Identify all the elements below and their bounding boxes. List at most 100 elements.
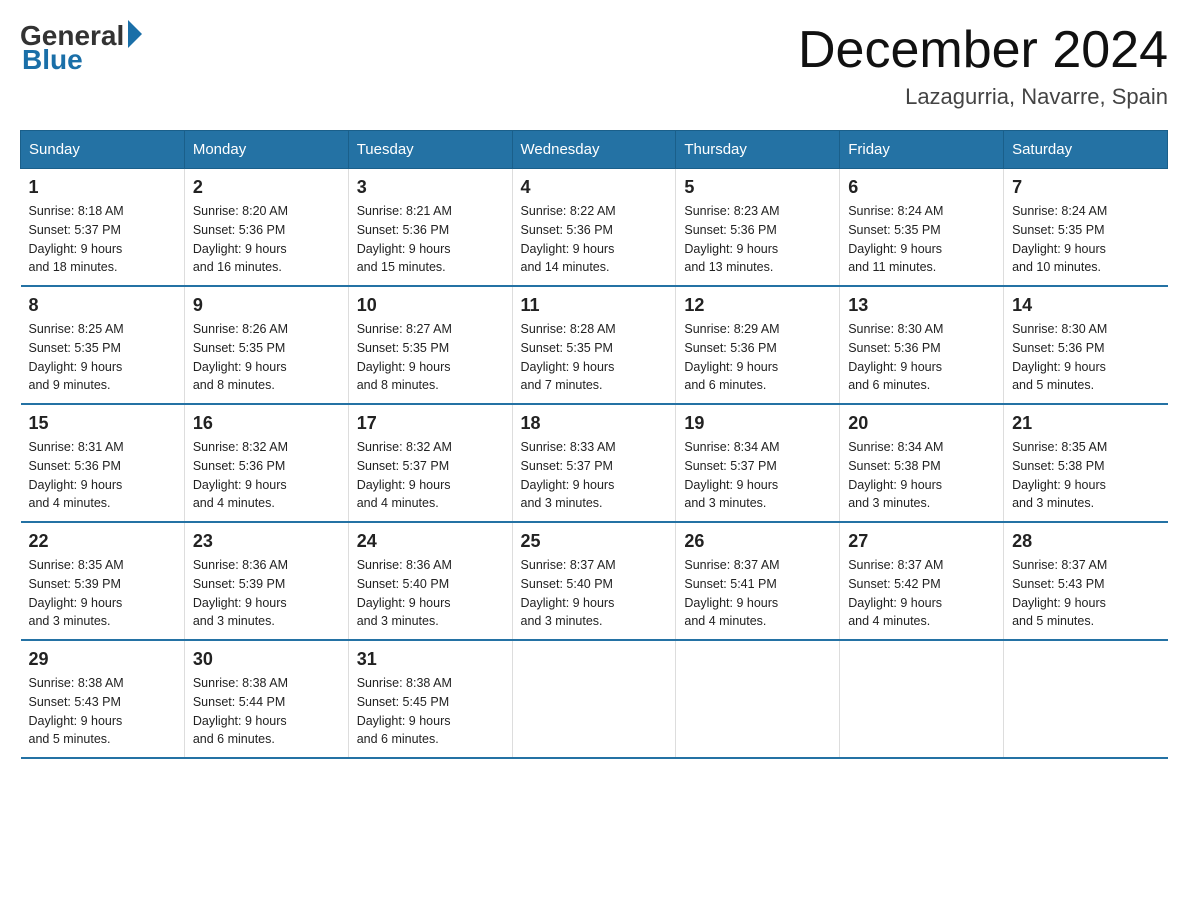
day-info: Sunrise: 8:23 AM Sunset: 5:36 PM Dayligh… [684, 202, 831, 277]
day-info: Sunrise: 8:35 AM Sunset: 5:39 PM Dayligh… [29, 556, 176, 631]
day-number: 31 [357, 649, 504, 670]
table-row: 22 Sunrise: 8:35 AM Sunset: 5:39 PM Dayl… [21, 522, 185, 640]
col-friday: Friday [840, 131, 1004, 169]
location-subtitle: Lazagurria, Navarre, Spain [798, 84, 1168, 110]
day-number: 3 [357, 177, 504, 198]
day-number: 15 [29, 413, 176, 434]
day-info: Sunrise: 8:37 AM Sunset: 5:41 PM Dayligh… [684, 556, 831, 631]
day-info: Sunrise: 8:34 AM Sunset: 5:38 PM Dayligh… [848, 438, 995, 513]
day-info: Sunrise: 8:37 AM Sunset: 5:40 PM Dayligh… [521, 556, 668, 631]
table-row: 13 Sunrise: 8:30 AM Sunset: 5:36 PM Dayl… [840, 286, 1004, 404]
col-saturday: Saturday [1004, 131, 1168, 169]
day-number: 10 [357, 295, 504, 316]
table-row [512, 640, 676, 758]
day-info: Sunrise: 8:35 AM Sunset: 5:38 PM Dayligh… [1012, 438, 1159, 513]
table-row: 15 Sunrise: 8:31 AM Sunset: 5:36 PM Dayl… [21, 404, 185, 522]
day-number: 19 [684, 413, 831, 434]
table-row: 3 Sunrise: 8:21 AM Sunset: 5:36 PM Dayli… [348, 169, 512, 287]
table-row: 26 Sunrise: 8:37 AM Sunset: 5:41 PM Dayl… [676, 522, 840, 640]
table-row: 27 Sunrise: 8:37 AM Sunset: 5:42 PM Dayl… [840, 522, 1004, 640]
day-number: 18 [521, 413, 668, 434]
table-row: 10 Sunrise: 8:27 AM Sunset: 5:35 PM Dayl… [348, 286, 512, 404]
table-row: 24 Sunrise: 8:36 AM Sunset: 5:40 PM Dayl… [348, 522, 512, 640]
day-number: 27 [848, 531, 995, 552]
day-info: Sunrise: 8:36 AM Sunset: 5:39 PM Dayligh… [193, 556, 340, 631]
table-row: 16 Sunrise: 8:32 AM Sunset: 5:36 PM Dayl… [184, 404, 348, 522]
day-number: 6 [848, 177, 995, 198]
day-info: Sunrise: 8:24 AM Sunset: 5:35 PM Dayligh… [1012, 202, 1159, 277]
day-info: Sunrise: 8:20 AM Sunset: 5:36 PM Dayligh… [193, 202, 340, 277]
col-thursday: Thursday [676, 131, 840, 169]
day-info: Sunrise: 8:18 AM Sunset: 5:37 PM Dayligh… [29, 202, 176, 277]
day-number: 7 [1012, 177, 1159, 198]
day-info: Sunrise: 8:21 AM Sunset: 5:36 PM Dayligh… [357, 202, 504, 277]
calendar-week-row: 22 Sunrise: 8:35 AM Sunset: 5:39 PM Dayl… [21, 522, 1168, 640]
title-section: December 2024 Lazagurria, Navarre, Spain [798, 20, 1168, 110]
table-row: 31 Sunrise: 8:38 AM Sunset: 5:45 PM Dayl… [348, 640, 512, 758]
table-row: 29 Sunrise: 8:38 AM Sunset: 5:43 PM Dayl… [21, 640, 185, 758]
table-row: 6 Sunrise: 8:24 AM Sunset: 5:35 PM Dayli… [840, 169, 1004, 287]
table-row: 2 Sunrise: 8:20 AM Sunset: 5:36 PM Dayli… [184, 169, 348, 287]
day-number: 25 [521, 531, 668, 552]
day-info: Sunrise: 8:25 AM Sunset: 5:35 PM Dayligh… [29, 320, 176, 395]
day-number: 4 [521, 177, 668, 198]
day-info: Sunrise: 8:34 AM Sunset: 5:37 PM Dayligh… [684, 438, 831, 513]
day-number: 29 [29, 649, 176, 670]
table-row: 12 Sunrise: 8:29 AM Sunset: 5:36 PM Dayl… [676, 286, 840, 404]
day-number: 26 [684, 531, 831, 552]
day-info: Sunrise: 8:28 AM Sunset: 5:35 PM Dayligh… [521, 320, 668, 395]
table-row [1004, 640, 1168, 758]
day-info: Sunrise: 8:36 AM Sunset: 5:40 PM Dayligh… [357, 556, 504, 631]
col-monday: Monday [184, 131, 348, 169]
day-info: Sunrise: 8:38 AM Sunset: 5:44 PM Dayligh… [193, 674, 340, 749]
day-number: 20 [848, 413, 995, 434]
table-row: 30 Sunrise: 8:38 AM Sunset: 5:44 PM Dayl… [184, 640, 348, 758]
day-number: 16 [193, 413, 340, 434]
day-info: Sunrise: 8:32 AM Sunset: 5:37 PM Dayligh… [357, 438, 504, 513]
day-number: 24 [357, 531, 504, 552]
day-info: Sunrise: 8:37 AM Sunset: 5:42 PM Dayligh… [848, 556, 995, 631]
day-info: Sunrise: 8:30 AM Sunset: 5:36 PM Dayligh… [1012, 320, 1159, 395]
table-row: 9 Sunrise: 8:26 AM Sunset: 5:35 PM Dayli… [184, 286, 348, 404]
table-row: 1 Sunrise: 8:18 AM Sunset: 5:37 PM Dayli… [21, 169, 185, 287]
logo-blue-text: Blue [20, 44, 83, 76]
page-header: General Blue December 2024 Lazagurria, N… [20, 20, 1168, 110]
logo: General Blue [20, 20, 142, 76]
logo-arrow-icon [128, 20, 142, 48]
day-info: Sunrise: 8:26 AM Sunset: 5:35 PM Dayligh… [193, 320, 340, 395]
table-row: 20 Sunrise: 8:34 AM Sunset: 5:38 PM Dayl… [840, 404, 1004, 522]
table-row: 28 Sunrise: 8:37 AM Sunset: 5:43 PM Dayl… [1004, 522, 1168, 640]
day-info: Sunrise: 8:37 AM Sunset: 5:43 PM Dayligh… [1012, 556, 1159, 631]
day-number: 21 [1012, 413, 1159, 434]
day-info: Sunrise: 8:29 AM Sunset: 5:36 PM Dayligh… [684, 320, 831, 395]
day-number: 12 [684, 295, 831, 316]
table-row: 11 Sunrise: 8:28 AM Sunset: 5:35 PM Dayl… [512, 286, 676, 404]
day-info: Sunrise: 8:27 AM Sunset: 5:35 PM Dayligh… [357, 320, 504, 395]
day-info: Sunrise: 8:24 AM Sunset: 5:35 PM Dayligh… [848, 202, 995, 277]
day-number: 23 [193, 531, 340, 552]
calendar-header-row: Sunday Monday Tuesday Wednesday Thursday… [21, 131, 1168, 169]
table-row [676, 640, 840, 758]
day-number: 14 [1012, 295, 1159, 316]
day-number: 11 [521, 295, 668, 316]
day-number: 22 [29, 531, 176, 552]
day-number: 2 [193, 177, 340, 198]
day-info: Sunrise: 8:38 AM Sunset: 5:43 PM Dayligh… [29, 674, 176, 749]
table-row: 21 Sunrise: 8:35 AM Sunset: 5:38 PM Dayl… [1004, 404, 1168, 522]
day-info: Sunrise: 8:38 AM Sunset: 5:45 PM Dayligh… [357, 674, 504, 749]
day-number: 30 [193, 649, 340, 670]
calendar-week-row: 29 Sunrise: 8:38 AM Sunset: 5:43 PM Dayl… [21, 640, 1168, 758]
day-number: 13 [848, 295, 995, 316]
month-title: December 2024 [798, 20, 1168, 80]
table-row: 7 Sunrise: 8:24 AM Sunset: 5:35 PM Dayli… [1004, 169, 1168, 287]
day-info: Sunrise: 8:33 AM Sunset: 5:37 PM Dayligh… [521, 438, 668, 513]
col-sunday: Sunday [21, 131, 185, 169]
table-row [840, 640, 1004, 758]
table-row: 23 Sunrise: 8:36 AM Sunset: 5:39 PM Dayl… [184, 522, 348, 640]
day-number: 9 [193, 295, 340, 316]
calendar-week-row: 15 Sunrise: 8:31 AM Sunset: 5:36 PM Dayl… [21, 404, 1168, 522]
day-number: 8 [29, 295, 176, 316]
day-number: 1 [29, 177, 176, 198]
day-number: 28 [1012, 531, 1159, 552]
table-row: 18 Sunrise: 8:33 AM Sunset: 5:37 PM Dayl… [512, 404, 676, 522]
